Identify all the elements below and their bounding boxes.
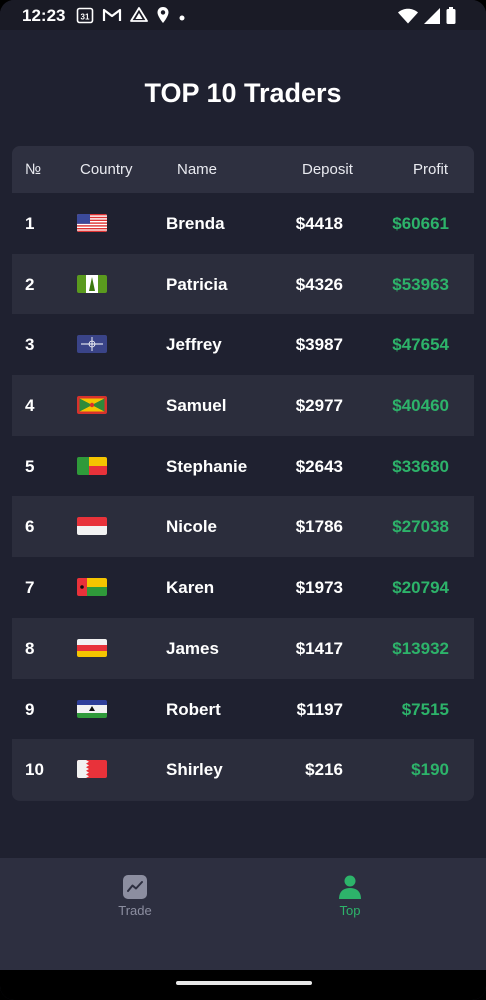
profit-value: $7515: [401, 699, 449, 719]
signal-icon: [424, 7, 440, 29]
rank: 10: [25, 760, 44, 780]
rank: 1: [25, 214, 35, 233]
calendar-day: 31: [81, 13, 90, 22]
deposit-value: $1786: [295, 517, 343, 537]
profit-value: $190: [411, 760, 449, 780]
rank: 6: [25, 517, 35, 537]
deposit-value: $1417: [295, 638, 343, 658]
rank: 2: [25, 274, 35, 294]
battery-icon: [446, 7, 456, 29]
table-row[interactable]: 2 Patricia $4326 $53963: [12, 253, 474, 315]
profit-value: $40460: [392, 396, 449, 416]
tab-top-label: Top: [339, 903, 361, 918]
rank: 8: [25, 638, 35, 658]
wifi-icon: [398, 8, 418, 29]
profit-value: $13932: [392, 638, 449, 658]
deposit-value: $4326: [295, 274, 343, 294]
flag-lesotho-icon: [77, 699, 107, 718]
status-time: 12:23: [22, 6, 66, 25]
trader-name: Robert: [166, 699, 221, 719]
table-row[interactable]: 10 Shirley $216 $190: [12, 739, 474, 800]
table-row[interactable]: 4 Samuel $2977 $40460: [12, 375, 474, 436]
header-profit: Profit: [413, 161, 449, 178]
home-indicator[interactable]: [176, 981, 312, 985]
trader-name: Jeffrey: [166, 335, 222, 355]
flag-benin-icon: [77, 456, 107, 475]
gmail-icon: [102, 7, 122, 28]
rank: 9: [25, 699, 35, 719]
table-row[interactable]: 9 Robert $1197 $7515: [12, 678, 474, 740]
profit-value: $27038: [392, 517, 449, 537]
header-deposit: Deposit: [302, 161, 353, 178]
flag-usa-icon: [77, 214, 107, 232]
trader-name: Stephanie: [166, 456, 248, 476]
table-row[interactable]: 1 Brenda $4418 $60661: [12, 193, 474, 254]
calendar-icon: 31: [76, 6, 94, 29]
chart-icon: [122, 875, 148, 903]
profit-value: $47654: [392, 335, 449, 355]
header-num: №: [25, 161, 42, 178]
status-bar: 12:23 31: [0, 0, 486, 30]
flag-bahrain-icon: [77, 760, 107, 779]
table-row[interactable]: 6 Nicole $1786 $27038: [12, 496, 474, 558]
drive-icon: [130, 7, 148, 28]
profit-value: $33680: [392, 456, 449, 476]
header-name: Name: [177, 161, 218, 178]
flag-norfolk-icon: [77, 274, 107, 293]
deposit-value: $1197: [296, 699, 343, 719]
leaderboard-table: № Country Name Deposit Profit 1 Brenda $…: [12, 146, 474, 801]
trader-name: Karen: [166, 578, 215, 598]
bottom-navigation: Trade Top: [0, 858, 486, 970]
person-icon: [337, 875, 363, 903]
table-header: № Country Name Deposit Profit: [12, 146, 474, 193]
trader-name: Shirley: [166, 760, 223, 780]
profit-value: $53963: [392, 274, 449, 294]
flag-monaco-icon: [77, 517, 107, 536]
rank: 3: [25, 335, 35, 355]
rank: 5: [25, 456, 35, 476]
flag-grenada-icon: [77, 396, 107, 415]
tab-top[interactable]: Top: [320, 874, 380, 918]
flag-nato-icon: [77, 335, 107, 354]
rank: 7: [25, 578, 35, 598]
tab-trade-label: Trade: [118, 903, 152, 918]
page-title: TOP 10 Traders: [144, 78, 342, 108]
header-country: Country: [80, 161, 133, 178]
rank: 4: [25, 396, 35, 416]
table-row[interactable]: 8 James $1417 $13932: [12, 617, 474, 679]
trader-name: Nicole: [166, 517, 218, 537]
profit-value: $20794: [392, 578, 449, 598]
deposit-value: $1973: [295, 578, 343, 598]
deposit-value: $4418: [295, 214, 343, 233]
deposit-value: $2977: [295, 396, 343, 416]
app-screen: 12:23 31 TOP 10 Traders № Country Name D…: [0, 0, 486, 1000]
flag-south-ossetia-icon: [77, 638, 107, 657]
system-navigation-bar: [0, 970, 486, 1000]
trader-name: Patricia: [166, 274, 228, 294]
flag-guinea-bissau-icon: [77, 578, 107, 597]
deposit-value: $216: [305, 760, 343, 780]
deposit-value: $2643: [295, 456, 343, 476]
tab-trade[interactable]: Trade: [105, 874, 165, 918]
trader-name: Brenda: [166, 214, 225, 233]
trader-name: Samuel: [166, 396, 227, 416]
profit-value: $60661: [392, 214, 449, 233]
trader-name: James: [166, 638, 219, 658]
table-row[interactable]: 5 Stephanie $2643 $33680: [12, 435, 474, 497]
deposit-value: $3987: [295, 335, 343, 355]
notification-dot-icon: [178, 9, 186, 27]
location-icon: [156, 6, 170, 29]
table-row[interactable]: 3 Jeffrey $3987 $47654: [12, 314, 474, 376]
table-row[interactable]: 7 Karen $1973 $20794: [12, 557, 474, 618]
